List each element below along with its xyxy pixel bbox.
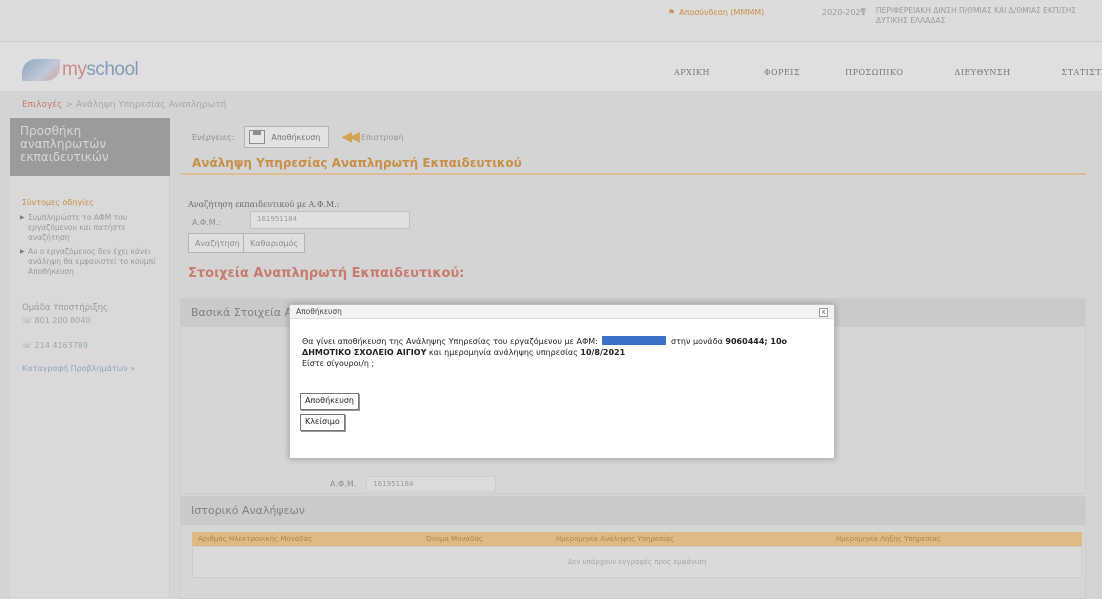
service-date: 10/8/2021 xyxy=(580,348,625,357)
dialog-titlebar: Αποθήκευση x xyxy=(290,305,834,319)
dialog-message: Θα γίνει αποθήκευση της Ανάληψης Υπηρεσί… xyxy=(290,319,834,369)
close-icon[interactable]: x xyxy=(819,308,828,317)
dialog-save-button[interactable]: Αποθήκευση xyxy=(300,393,359,410)
unit-code: 9060444; 10ο xyxy=(725,337,787,346)
confirm-question: Είστε σίγουροι/η ; xyxy=(302,359,374,368)
dialog-close-button[interactable]: Κλείσιμο xyxy=(300,414,345,431)
save-confirm-dialog: Αποθήκευση x Θα γίνει αποθήκευση της Ανά… xyxy=(289,304,835,459)
modal-overlay xyxy=(0,0,1102,599)
redacted-afm xyxy=(602,336,666,345)
dialog-title: Αποθήκευση xyxy=(296,307,342,316)
unit-name: ΔΗΜΟΤΙΚΟ ΣΧΟΛΕΙΟ ΑΙΓΙΟΥ xyxy=(302,348,426,357)
